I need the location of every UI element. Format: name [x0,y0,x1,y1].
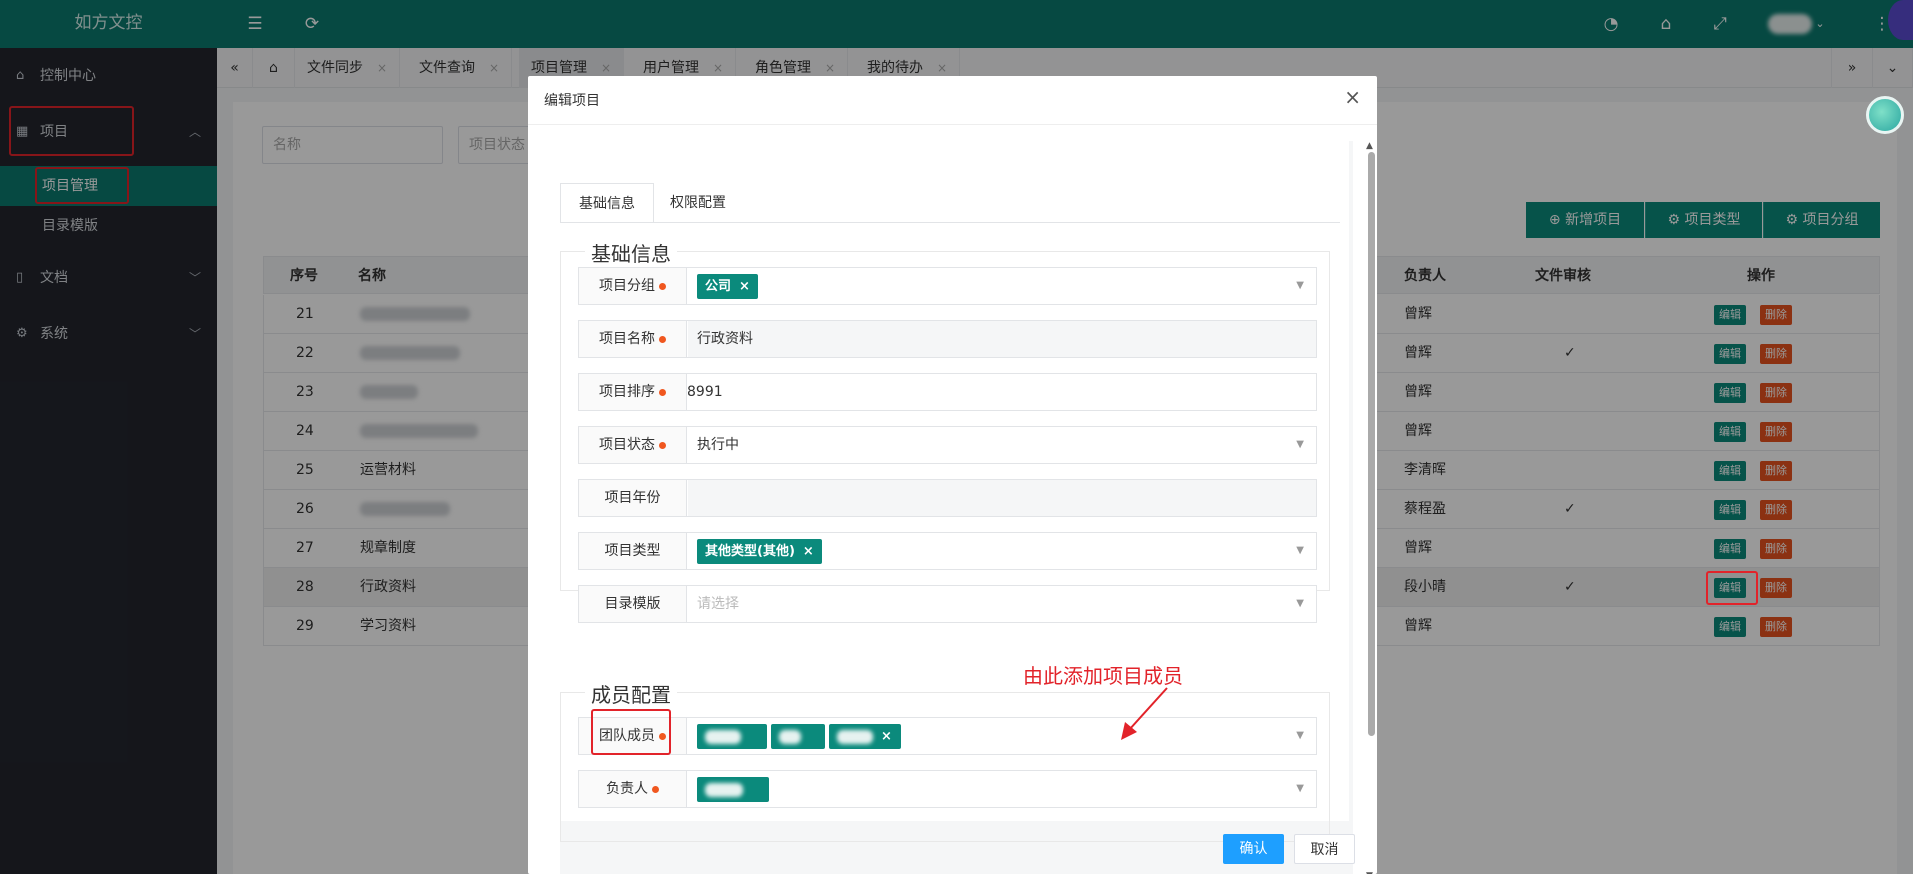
required-dot-icon [659,388,666,396]
close-icon[interactable]: × [803,544,814,559]
group-chip: 公司 × [697,274,758,299]
tab-basic-info[interactable]: 基础信息 [560,183,654,223]
project-year-field[interactable]: 项目年份 [578,479,1317,517]
close-icon[interactable]: × [713,754,724,769]
field-label: 项目年份 [579,480,687,516]
field-label: 项目排序 [579,374,687,410]
team-members-field[interactable]: 团队成员 × × × ▼ [578,717,1317,769]
chevron-down-icon[interactable]: ▼ [1296,427,1304,463]
tab-permission-config[interactable]: 权限配置 [652,183,744,223]
field-disabled-bg [688,480,1316,516]
assistant-float-icon[interactable] [1866,96,1904,134]
dialog-title: 编辑项目 [544,93,600,109]
project-name-field[interactable]: 项目名称 行政资料 [578,320,1317,358]
project-status-value: 执行中 [697,437,739,453]
scrollbar-thumb[interactable] [1368,152,1375,736]
directory-template-field[interactable]: 目录模版 请选择 ▼ [578,585,1317,623]
chevron-down-icon[interactable]: ▼ [1296,533,1304,569]
scroll-up-icon[interactable]: ▲ [1366,141,1373,151]
required-dot-icon [659,335,666,343]
divider [560,222,1340,223]
chevron-down-icon[interactable]: ▼ [1296,268,1304,304]
member-config-legend: 成员配置 [585,679,677,708]
annotation-text: 由此添加项目成员 [1023,664,1183,688]
dialog-body: 基础信息 权限配置 基础信息 项目分组 公司 × ▼ 项目名称 行政资料 项目排序… [560,141,1353,874]
directory-template-placeholder: 请选择 [697,596,739,612]
annotation-arrow [1121,687,1168,740]
close-icon[interactable]: × [1344,86,1361,108]
close-icon[interactable]: × [881,729,892,744]
basic-info-legend: 基础信息 [585,238,677,267]
highlight-box-edit-button [1706,571,1758,605]
field-label: 负责人 [579,771,687,807]
type-chip: 其他类型(其他) × [697,539,822,564]
confirm-button[interactable]: 确认 [1223,834,1284,864]
close-icon[interactable]: × [713,807,724,822]
required-dot-icon [659,441,666,449]
field-label: 项目名称 [579,321,687,357]
close-icon[interactable]: × [739,279,750,294]
required-dot-icon [659,282,666,290]
project-status-field[interactable]: 项目状态 执行中 ▼ [578,426,1317,464]
form-panel: 基础信息 权限配置 基础信息 项目分组 公司 × ▼ 项目名称 行政资料 项目排序… [560,141,1349,842]
field-label: 目录模版 [579,586,687,622]
project-group-field[interactable]: 项目分组 公司 × ▼ [578,267,1317,305]
member-chip: × [697,724,767,769]
chevron-down-icon[interactable]: ▼ [1296,718,1304,754]
project-order-value[interactable]: 8991 [687,374,723,410]
field-disabled-bg [688,321,1316,357]
required-dot-icon [652,785,659,793]
field-label: 项目状态 [579,427,687,463]
project-order-field[interactable]: 项目排序 8991 [578,373,1317,411]
highlight-box-team-members [591,709,671,755]
member-config-fieldset [560,692,1330,842]
cancel-button[interactable]: 取消 [1294,834,1355,864]
field-label: 项目分组 [579,268,687,304]
member-chip: × [771,724,825,769]
project-type-field[interactable]: 项目类型 其他类型(其他) × ▼ [578,532,1317,570]
chevron-down-icon[interactable]: ▼ [1296,771,1304,807]
project-name-value: 行政资料 [697,331,753,347]
owner-field[interactable]: 负责人 × ▼ [578,770,1317,822]
chevron-down-icon[interactable]: ▼ [1296,586,1304,622]
divider [528,124,1377,125]
close-icon[interactable]: × [787,754,798,769]
member-chip: × [829,724,901,749]
owner-chip: × [697,777,769,822]
field-label: 项目类型 [579,533,687,569]
